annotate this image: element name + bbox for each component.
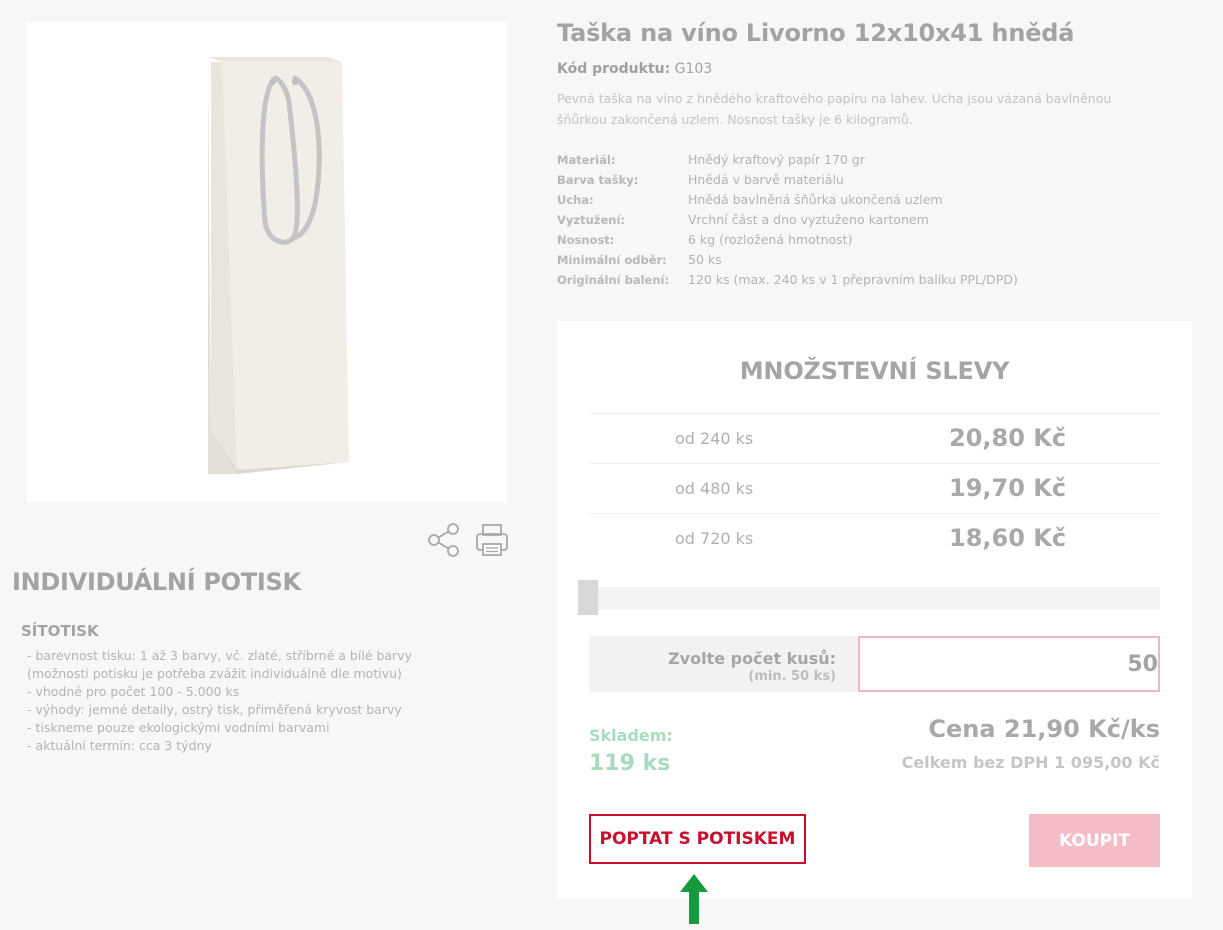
product-image[interactable] — [27, 22, 507, 502]
product-description: Pevná taška na víno z hnědého kraftového… — [557, 91, 1112, 127]
spec-value: 120 ks (max. 240 ks v 1 přepravním balík… — [688, 272, 1018, 287]
tier-price: 19,70 Kč — [949, 474, 1067, 502]
spec-label: Vyztužení: — [557, 213, 625, 227]
stock-label: Skladem: — [589, 726, 673, 745]
discount-tier: od 720 ks 18,60 Kč — [589, 513, 1160, 564]
share-icon[interactable] — [426, 522, 460, 558]
arrow-up-icon — [678, 872, 710, 924]
individual-print-title: INDIVIDUÁLNÍ POTISK — [12, 568, 301, 596]
spec-label: Originální balení: — [557, 273, 670, 287]
tier-quantity: od 240 ks — [675, 429, 754, 448]
quantity-input[interactable] — [858, 636, 1160, 692]
product-title: Taška na víno Livorno 12x10x41 hnědá — [557, 19, 1075, 47]
product-code: Kód produktu: G103 — [557, 61, 712, 77]
spec-label: Minimální odběr: — [557, 253, 667, 267]
tier-quantity: od 480 ks — [675, 479, 754, 498]
spec-row-min-order: Minimální odběr: 50 ks — [557, 250, 1018, 270]
spec-label: Ucha: — [557, 193, 594, 207]
detail-line: - aktuální termín: cca 3 týdny — [27, 738, 212, 753]
spec-label: Materiál: — [557, 153, 616, 167]
detail-line: - výhody: jemné detaily, ostrý tisk, při… — [27, 702, 402, 717]
printer-icon[interactable] — [475, 522, 509, 558]
spec-row-packaging: Originální balení: 120 ks (max. 240 ks v … — [557, 270, 1018, 290]
tier-price: 18,60 Kč — [949, 524, 1067, 552]
total-price: Celkem bez DPH 1 095,00 Kč — [901, 753, 1160, 772]
discount-tier: od 240 ks 20,80 Kč — [589, 413, 1160, 464]
spec-value: Vrchní část a dno vyztuženo kartonem — [688, 212, 929, 227]
detail-line: - barevnost tisku: 1 až 3 barvy, vč. zla… — [27, 648, 412, 663]
buy-button[interactable]: KOUPIT — [1029, 814, 1160, 867]
product-code-value: G103 — [674, 61, 713, 77]
quantity-label-box: Zvolte počet kusů: (min. 50 ks) — [589, 636, 858, 692]
spec-label: Barva tašky: — [557, 173, 639, 187]
unit-price: Cena 21,90 Kč/ks — [928, 715, 1160, 743]
quantity-slider-track[interactable] — [589, 587, 1160, 610]
spec-value: Hnědý kraftový papír 170 gr — [688, 152, 865, 167]
spec-row-color: Barva tašky: Hnědá v barvě materiálu — [557, 170, 1018, 190]
detail-line: - vhodné pro počet 100 - 5.000 ks — [27, 684, 240, 699]
spec-row-capacity: Nosnost: 6 kg (rozložená hmotnost) — [557, 230, 1018, 250]
spec-row-material: Materiál: Hnědý kraftový papír 170 gr — [557, 150, 1018, 170]
quantity-slider-handle[interactable] — [578, 580, 598, 615]
spec-value: 50 ks — [688, 252, 722, 267]
spec-row-reinforcement: Vyztužení: Vrchní část a dno vyztuženo ka… — [557, 210, 1018, 230]
spec-value: Hnědá v barvě materiálu — [688, 172, 844, 187]
spec-row-handles: Ucha: Hnědá bavlněná šňůrka ukončená uzle… — [557, 190, 1018, 210]
detail-line: (možnosti potisku je potřeba zvážit indi… — [27, 666, 402, 681]
quantity-label: Zvolte počet kusů: — [668, 649, 836, 668]
discount-tier: od 480 ks 19,70 Kč — [589, 463, 1160, 514]
tier-price: 20,80 Kč — [949, 424, 1067, 452]
tier-quantity: od 720 ks — [675, 529, 754, 548]
wine-bag-illustration — [208, 57, 349, 474]
screen-print-details: - barevnost tisku: 1 až 3 barvy, vč. zla… — [27, 647, 412, 755]
quantity-minimum: (min. 50 ks) — [748, 669, 836, 684]
spec-value: 6 kg (rozložená hmotnost) — [688, 232, 853, 247]
spec-table: Materiál: Hnědý kraftový papír 170 gr Bar… — [557, 150, 1018, 290]
pricing-card: MNOŽSTEVNÍ SLEVY od 240 ks 20,80 Kč od 4… — [557, 321, 1192, 899]
spec-value: Hnědá bavlněná šňůrka ukončená uzlem — [688, 192, 943, 207]
stock-value: 119 ks — [589, 751, 671, 776]
detail-line: - tiskneme pouze ekologickými vodními ba… — [27, 720, 330, 735]
screen-print-subtitle: SÍTOTISK — [21, 622, 99, 640]
inquire-with-print-button[interactable]: POPTAT S POTISKEM — [589, 814, 806, 864]
spec-label: Nosnost: — [557, 233, 615, 247]
product-code-label: Kód produktu: — [557, 61, 671, 77]
discounts-title: MNOŽSTEVNÍ SLEVY — [739, 357, 1010, 385]
